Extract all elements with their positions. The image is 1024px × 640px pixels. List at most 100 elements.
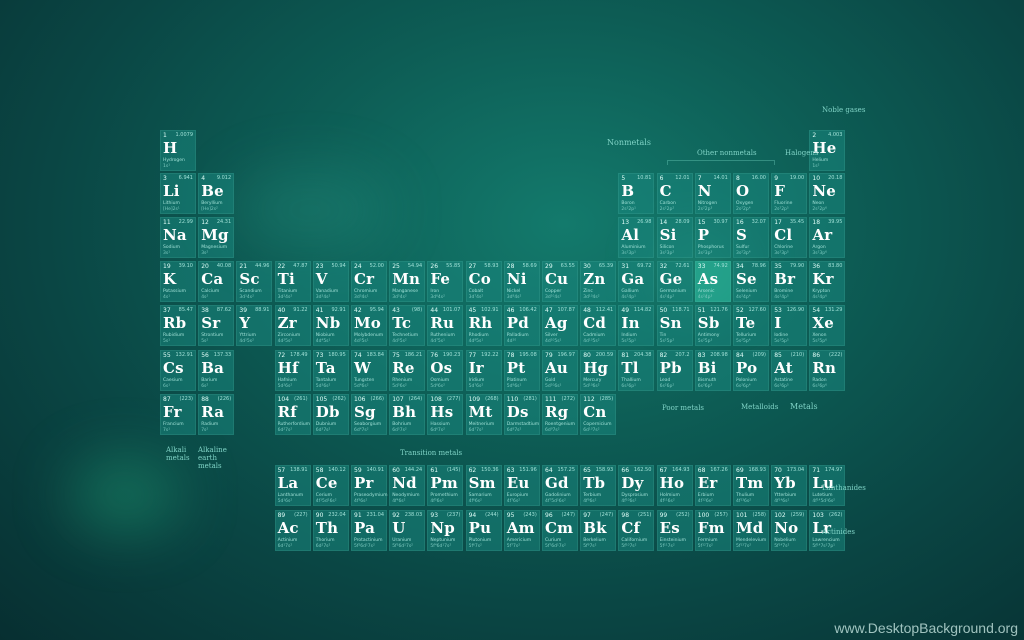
element-name: Astatine <box>774 378 793 383</box>
element-name: Technetium <box>392 333 419 338</box>
element-cell: 9 19.00 F Fluorine 2s²2p⁵ <box>771 173 808 214</box>
atomic-mass: 167.26 <box>710 467 728 473</box>
element-cell: 19 39.10 K Potassium 4s¹ <box>160 261 196 302</box>
atomic-number: 44 <box>430 307 439 314</box>
atomic-mass: (247) <box>561 512 575 518</box>
element-name: Neodymium <box>392 493 420 498</box>
element-cell: 58 140.12 Ce Cerium 4f¹5d¹6s² <box>312 465 349 506</box>
element-symbol: Md <box>736 519 764 537</box>
element-symbol: Fm <box>697 519 725 537</box>
element-name: Copper <box>545 289 562 294</box>
electron-config: 4f¹⁰6s² <box>621 499 637 504</box>
element-name: Neon <box>812 201 825 206</box>
atomic-number: 47 <box>545 307 553 314</box>
atomic-number: 30 <box>583 263 591 270</box>
element-symbol: Tl <box>621 359 639 377</box>
element-name: Beryllium <box>201 201 223 206</box>
element-cell: 88 (226) Ra Radium 7s² <box>198 394 235 435</box>
element-symbol: As <box>697 270 719 288</box>
atomic-mass: 195.08 <box>519 352 537 358</box>
element-name: Carbon <box>659 201 676 206</box>
atomic-number: 90 <box>315 512 324 519</box>
element-name: Thulium <box>736 493 755 498</box>
atomic-number: 92 <box>392 512 400 519</box>
element-cell: 3 6.941 Li Lithium [He]2s¹ <box>160 173 196 214</box>
element-symbol: Pt <box>506 359 526 377</box>
atomic-mass: 44.96 <box>255 263 270 269</box>
electron-config: 4s²4p² <box>659 295 675 300</box>
atomic-number: 109 <box>468 396 481 403</box>
atomic-mass: (251) <box>637 512 652 518</box>
electron-config: 5d³6s² <box>315 384 331 389</box>
element-name: Erbium <box>697 493 714 498</box>
element-cell: 64 157.25 Gd Gadolinium 4f⁷5d¹6s² <box>542 465 578 506</box>
element-cell: 107 (264) Bh Bohrium 6d⁵7s² <box>389 394 426 435</box>
element-cell: 66 162.50 Dy Dysprosium 4f¹⁰6s² <box>618 465 655 506</box>
element-symbol: P <box>697 226 710 244</box>
element-name: Seaborgium <box>354 422 382 427</box>
element-name: Rubidium <box>163 333 185 338</box>
atomic-mass: (281) <box>523 396 537 402</box>
element-cell: 80 200.59 Hg Mercury 5d¹⁰6s² <box>580 350 617 391</box>
element-name: Niobium <box>315 333 335 338</box>
element-symbol: Pd <box>506 314 529 332</box>
element-symbol: In <box>621 314 640 332</box>
atomic-mass: 92.91 <box>331 307 346 313</box>
element-cell: 112 (285) Cn Copernicium 6d¹⁰7s² <box>580 394 617 435</box>
element-symbol: Rg <box>545 403 569 421</box>
element-name: Bismuth <box>697 378 717 383</box>
electron-config: 7s² <box>201 428 209 433</box>
electron-config: 5d¹⁰6s¹ <box>545 384 562 389</box>
atomic-mass: 58.93 <box>484 263 499 269</box>
element-name: Selenium <box>736 289 757 294</box>
element-symbol: Ag <box>545 314 568 332</box>
electron-config: 3d⁸4s² <box>506 295 522 300</box>
label-metalloids: Metalloids <box>741 403 779 411</box>
atomic-number: 89 <box>277 512 286 519</box>
element-symbol: Hg <box>583 359 609 377</box>
element-name: Potassium <box>163 289 187 294</box>
atomic-number: 39 <box>239 307 248 314</box>
element-symbol: Ca <box>201 270 224 288</box>
watermark-text: www.DesktopBackground.org <box>834 620 1018 636</box>
atomic-mass: 54.94 <box>407 263 423 269</box>
atomic-mass: 207.2 <box>675 352 690 358</box>
electron-config: 5d⁷6s² <box>468 384 484 389</box>
electron-config: 3d⁷4s² <box>468 295 484 300</box>
electron-config: 5f⁶7s² <box>468 544 482 549</box>
electron-config: 5d¹6s² <box>277 499 293 504</box>
element-cell: 53 126.90 I Iodine 5s²5p⁵ <box>771 305 808 346</box>
electron-config: 2s²2p³ <box>697 207 713 212</box>
element-cell: 32 72.61 Ge Germanium 4s²4p² <box>656 261 693 302</box>
element-symbol: Te <box>736 314 756 332</box>
atomic-number: 50 <box>659 307 668 314</box>
atomic-number: 11 <box>163 219 171 226</box>
element-symbol: K <box>163 270 177 288</box>
element-cell: 109 (268) Mt Meitnerium 6d⁷7s² <box>465 394 502 435</box>
atomic-number: 79 <box>545 352 553 359</box>
element-name: Helium <box>812 158 829 163</box>
electron-config: [He]2s² <box>201 207 218 212</box>
element-name: Polonium <box>736 378 757 383</box>
element-symbol: Cd <box>583 314 607 332</box>
element-symbol: Cl <box>774 226 793 244</box>
atomic-mass: (277) <box>446 396 461 402</box>
atomic-mass: 22.99 <box>178 219 193 225</box>
label-noble-gases: Noble gases <box>822 106 866 114</box>
atomic-mass: 28.09 <box>675 219 690 225</box>
electron-config: 4d⁵5s² <box>392 339 407 344</box>
element-cell: 90 232.04 Th Thorium 6d²7s² <box>312 510 349 551</box>
element-cell: 16 32.07 S Sulfur 3s²3p⁴ <box>733 217 769 258</box>
atomic-number: 18 <box>812 219 821 226</box>
element-cell: 76 190.23 Os Osmium 5d⁶6s² <box>427 350 464 391</box>
electron-config: 4f¹³6s² <box>736 499 752 504</box>
element-name: Tin <box>659 333 667 338</box>
element-name: Nobelium <box>774 538 796 543</box>
electron-config: 3d³4s² <box>315 295 331 300</box>
atomic-mass: 50.94 <box>331 263 346 269</box>
element-symbol: Bi <box>697 359 717 377</box>
electron-config: 5f⁷7s² <box>506 544 521 549</box>
element-name: Platinum <box>506 378 527 383</box>
atomic-number: 75 <box>392 352 400 359</box>
atomic-number: 64 <box>545 467 553 474</box>
